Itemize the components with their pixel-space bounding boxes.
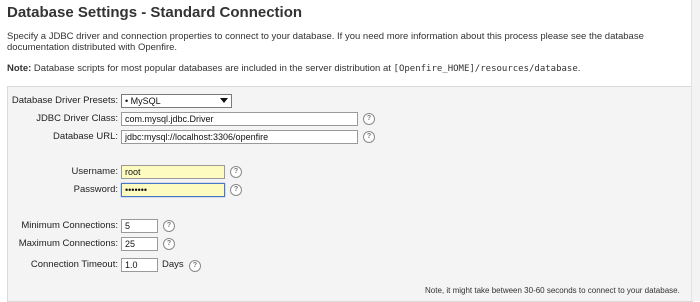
footer-note: Note, it might take between 30-60 second… <box>425 286 680 295</box>
driver-presets-label: Database Driver Presets: <box>11 95 118 106</box>
help-icon[interactable]: ? <box>363 131 375 143</box>
page-title: Database Settings - Standard Connection <box>7 4 303 21</box>
db-url-input[interactable]: jdbc:mysql://localhost:3306/openfire <box>121 130 358 144</box>
note-path: [Openfire_HOME]/resources/database <box>393 64 578 74</box>
note-label: Note: <box>7 63 32 74</box>
db-url-label: Database URL: <box>53 131 118 142</box>
help-icon[interactable]: ? <box>189 260 201 272</box>
note-body: Database scripts for most popular databa… <box>31 63 394 74</box>
min-connections-input[interactable]: 5 <box>121 219 158 233</box>
note-text: Note: Database scripts for most popular … <box>7 63 687 74</box>
max-connections-input[interactable]: 25 <box>121 237 158 251</box>
password-input[interactable]: ••••••• <box>121 183 225 197</box>
note-end: . <box>577 63 581 74</box>
password-label: Password: <box>73 184 118 195</box>
username-label: Username: <box>71 166 118 177</box>
max-connections-label: Maximum Connections: <box>18 238 118 249</box>
driver-presets-value: • MySQL <box>125 96 161 106</box>
jdbc-class-label: JDBC Driver Class: <box>36 113 118 124</box>
min-connections-label: Minimum Connections: <box>21 220 118 231</box>
timeout-label: Connection Timeout: <box>30 259 118 270</box>
chevron-down-icon <box>220 98 228 103</box>
help-icon[interactable]: ? <box>163 238 175 250</box>
username-input[interactable]: root <box>121 165 225 179</box>
help-icon[interactable]: ? <box>230 166 242 178</box>
scrollbar[interactable] <box>691 0 700 301</box>
intro-text: Specify a JDBC driver and connection pro… <box>7 31 644 53</box>
timeout-input[interactable]: 1.0 <box>121 258 158 272</box>
help-icon[interactable]: ? <box>363 113 375 125</box>
help-icon[interactable]: ? <box>163 220 175 232</box>
jdbc-class-input[interactable]: com.mysql.jdbc.Driver <box>121 112 358 126</box>
help-icon[interactable]: ? <box>230 184 242 196</box>
timeout-unit: Days <box>162 259 184 270</box>
driver-presets-select[interactable]: • MySQL <box>121 94 232 108</box>
